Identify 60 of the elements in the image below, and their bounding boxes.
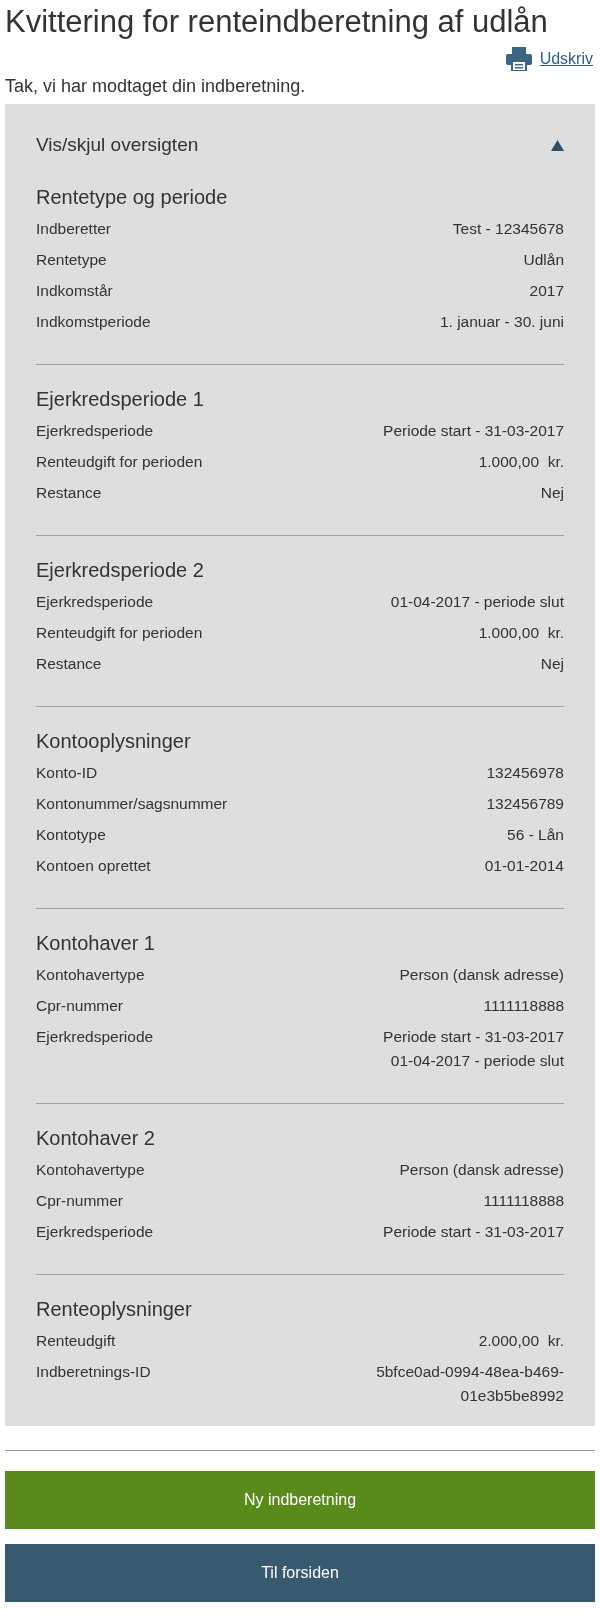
- field-label: Restance: [36, 483, 102, 503]
- confirmation-message: Tak, vi har modtaget din indberetning.: [5, 75, 307, 98]
- field-value: Periode start - 31-03-2017: [383, 1027, 564, 1047]
- field-value: Test - 12345678: [452, 219, 564, 239]
- home-button[interactable]: Til forsiden: [5, 1544, 595, 1602]
- field-label: Kontonummer/sagsnummer: [36, 794, 228, 814]
- field-label: Indberetter: [36, 219, 111, 239]
- field-label: Kontohavertype: [36, 965, 145, 985]
- field-label: Indkomstperiode: [36, 312, 151, 332]
- field-label: Ejerkredsperiode: [36, 1222, 154, 1242]
- field-value: Person (dansk adresse): [399, 1160, 564, 1180]
- field-label: Renteudgift for perioden: [36, 452, 203, 472]
- field-value: 132456789: [486, 794, 564, 814]
- field-label: Indberetnings-ID: [36, 1362, 151, 1382]
- field-label: Rentetype: [36, 250, 107, 270]
- print-link[interactable]: Udskriv: [539, 50, 593, 68]
- section-heading: Rentetype og periode: [36, 185, 229, 210]
- field-label: Renteudgift for perioden: [36, 623, 203, 643]
- field-value: 1.000,00 kr.: [478, 452, 564, 472]
- section-heading: Renteoplysninger: [36, 1297, 193, 1322]
- field-value: 01-01-2014: [484, 856, 564, 876]
- field-label: Ejerkredsperiode: [36, 1027, 154, 1047]
- field-label: Ejerkredsperiode: [36, 421, 154, 441]
- field-value: 56 - Lån: [507, 825, 564, 845]
- field-value: Periode start - 31-03-2017: [383, 421, 564, 441]
- field-value: 2.000,00 kr.: [478, 1331, 564, 1351]
- field-value: 01-04-2017 - periode slut: [389, 1051, 564, 1071]
- section-heading: Kontooplysninger: [36, 729, 192, 754]
- field-value: 01e3b5be8992: [459, 1386, 564, 1406]
- field-label: Renteudgift: [36, 1331, 116, 1351]
- field-label: Kontoen oprettet: [36, 856, 151, 876]
- field-label: Ejerkredsperiode: [36, 592, 154, 612]
- field-label: Cpr-nummer: [36, 996, 123, 1016]
- field-value: 1111118888: [483, 1191, 564, 1211]
- section-heading: Kontohaver 1: [36, 931, 156, 956]
- field-value: 01-04-2017 - periode slut: [390, 592, 564, 612]
- field-value: 1111118888: [483, 996, 564, 1016]
- field-value: Nej: [540, 654, 564, 674]
- field-label: Kontohavertype: [36, 1160, 145, 1180]
- field-value: 1.000,00 kr.: [478, 623, 564, 643]
- section-heading: Ejerkredsperiode 1: [36, 387, 205, 412]
- field-value: 1. januar - 30. juni: [439, 312, 564, 332]
- section-heading: Kontohaver 2: [36, 1126, 156, 1151]
- overview-toggle[interactable]: Vis/skjul oversigten: [36, 130, 564, 160]
- field-value: Nej: [540, 483, 564, 503]
- printer-icon: [505, 47, 532, 71]
- field-label: Konto-ID: [36, 763, 98, 783]
- new-report-button[interactable]: Ny indberetning: [5, 1471, 595, 1529]
- field-label: Indkomstår: [36, 281, 113, 301]
- field-value: Udlån: [523, 250, 564, 270]
- field-value: 2017: [529, 281, 564, 301]
- field-value: Periode start - 31-03-2017: [383, 1222, 564, 1242]
- field-label: Restance: [36, 654, 102, 674]
- field-value: Person (dansk adresse): [399, 965, 564, 985]
- page-title: Kvittering for renteindberetning af udlån: [5, 3, 549, 40]
- section-heading: Ejerkredsperiode 2: [36, 558, 205, 583]
- field-label: Kontotype: [36, 825, 106, 845]
- field-value: 5bfce0ad-0994-48ea-b469-: [376, 1362, 564, 1382]
- field-label: Cpr-nummer: [36, 1191, 123, 1211]
- field-value: 132456978: [486, 763, 564, 783]
